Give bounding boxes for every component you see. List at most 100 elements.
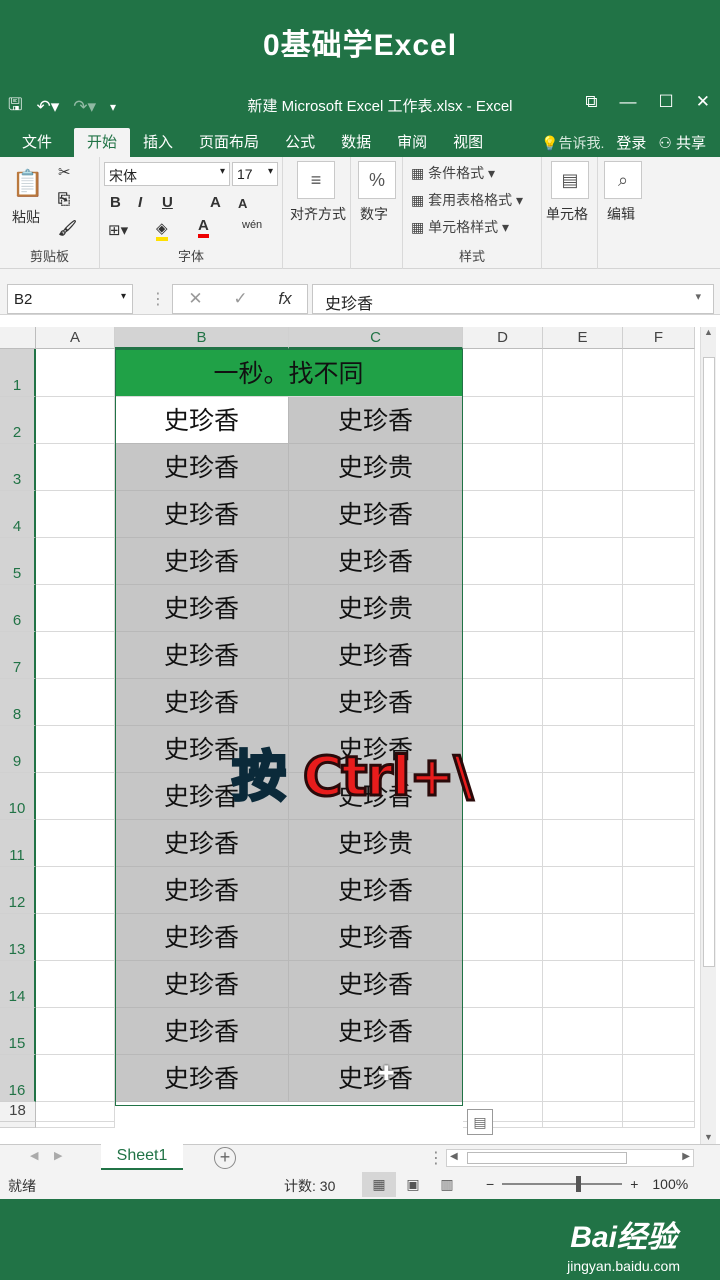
tab-split-icon[interactable]: ⋮ xyxy=(428,1148,444,1168)
active-cell[interactable]: 史珍香 xyxy=(115,397,289,444)
cell[interactable] xyxy=(623,397,695,444)
cell[interactable] xyxy=(623,773,695,820)
table-cell[interactable]: 史珍香 xyxy=(289,1008,463,1055)
add-sheet-button[interactable]: + xyxy=(214,1147,236,1169)
cell[interactable] xyxy=(543,679,623,726)
cell[interactable] xyxy=(36,726,115,773)
cell[interactable] xyxy=(36,538,115,585)
cell[interactable] xyxy=(36,349,115,397)
column-header-c[interactable]: C xyxy=(289,327,463,349)
cut-icon[interactable]: ✂ xyxy=(58,163,71,181)
scroll-down-icon[interactable]: ▼ xyxy=(704,1132,713,1142)
cell[interactable] xyxy=(543,726,623,773)
row-header-2[interactable]: 2 xyxy=(0,397,36,444)
tab-file[interactable]: 文件 xyxy=(0,128,74,157)
row-header-6[interactable]: 6 xyxy=(0,585,36,632)
cell[interactable] xyxy=(543,632,623,679)
table-cell[interactable]: 史珍香 xyxy=(115,914,289,961)
cell[interactable] xyxy=(36,1102,115,1122)
cell[interactable] xyxy=(623,1102,695,1122)
horizontal-scrollbar[interactable]: ◀ ▶ xyxy=(446,1149,694,1167)
cell[interactable] xyxy=(463,349,543,397)
cell[interactable] xyxy=(543,538,623,585)
insert-function-button[interactable]: fx xyxy=(278,289,291,309)
cell[interactable] xyxy=(543,820,623,867)
cell[interactable] xyxy=(543,585,623,632)
table-cell[interactable]: 史珍香 xyxy=(289,679,463,726)
font-name-select[interactable]: 宋体 ▾ xyxy=(104,162,230,186)
page-break-view-icon[interactable]: ▥ xyxy=(430,1172,464,1197)
row-header-1[interactable]: 1 xyxy=(0,349,36,397)
login-link[interactable]: 登录 xyxy=(616,132,646,153)
tab-home[interactable]: 开始 xyxy=(74,128,131,157)
table-cell[interactable]: 史珍香 xyxy=(289,961,463,1008)
minimize-icon[interactable]: — xyxy=(620,92,637,112)
column-header-a[interactable]: A xyxy=(36,327,115,349)
cell[interactable] xyxy=(463,444,543,491)
row-header-7[interactable]: 7 xyxy=(0,632,36,679)
search-icon[interactable]: ⌕ xyxy=(604,161,642,199)
enter-icon[interactable]: ✓ xyxy=(233,289,247,309)
row-header-8[interactable]: 8 xyxy=(0,679,36,726)
cell[interactable] xyxy=(543,349,623,397)
cell[interactable] xyxy=(623,914,695,961)
column-header-d[interactable]: D xyxy=(463,327,543,349)
table-cell[interactable]: 史珍香 xyxy=(289,1055,463,1102)
zoom-slider[interactable] xyxy=(502,1176,623,1192)
alignment-button[interactable]: 对齐方式 xyxy=(286,204,350,224)
cell[interactable] xyxy=(543,1008,623,1055)
cell[interactable] xyxy=(623,585,695,632)
tab-insert[interactable]: 插入 xyxy=(130,128,186,157)
page-layout-view-icon[interactable]: ▣ xyxy=(396,1172,430,1197)
scroll-left-icon[interactable]: ◀ xyxy=(450,1151,458,1162)
table-cell[interactable]: 史珍贵 xyxy=(289,444,463,491)
cell[interactable] xyxy=(36,961,115,1008)
row-header-18[interactable]: 18 xyxy=(0,1102,36,1122)
cell[interactable] xyxy=(543,397,623,444)
row-header-14[interactable]: 14 xyxy=(0,961,36,1008)
worksheet-grid[interactable]: ABCDEF123456789101112131415161718一秒。找不同史… xyxy=(0,327,720,1144)
cells-icon[interactable]: ▤ xyxy=(551,161,589,199)
table-cell[interactable]: 史珍香 xyxy=(115,1008,289,1055)
cell[interactable] xyxy=(36,679,115,726)
row-header-5[interactable]: 5 xyxy=(0,538,36,585)
close-icon[interactable]: ✕ xyxy=(696,92,710,112)
cell[interactable] xyxy=(36,632,115,679)
cell[interactable] xyxy=(36,820,115,867)
cell[interactable] xyxy=(36,491,115,538)
paste-button[interactable]: 粘贴 xyxy=(12,207,40,227)
normal-view-icon[interactable]: ▦ xyxy=(362,1172,396,1197)
border-icon[interactable]: ⊞▾ xyxy=(108,221,128,239)
row-header-13[interactable]: 13 xyxy=(0,914,36,961)
sheet-nav-prev-icon[interactable]: ◀ xyxy=(30,1149,38,1162)
font-size-select[interactable]: 17 ▾ xyxy=(232,162,278,186)
zoom-out-icon[interactable]: − xyxy=(486,1176,494,1192)
cell[interactable] xyxy=(623,538,695,585)
scroll-thumb[interactable] xyxy=(703,357,715,967)
zoom-level[interactable]: 100% xyxy=(652,1176,688,1192)
cell[interactable] xyxy=(463,1008,543,1055)
cell[interactable] xyxy=(623,491,695,538)
table-cell[interactable]: 史珍香 xyxy=(115,491,289,538)
cell[interactable] xyxy=(623,867,695,914)
table-cell[interactable]: 史珍香 xyxy=(115,1055,289,1102)
underline-button[interactable]: U xyxy=(162,194,173,211)
format-as-table-button[interactable]: ▦ 套用表格格式 ▾ xyxy=(411,190,523,210)
table-cell[interactable]: 史珍香 xyxy=(289,538,463,585)
row-header-3[interactable]: 3 xyxy=(0,444,36,491)
fill-color-icon[interactable]: ◈ xyxy=(156,219,168,241)
cell[interactable] xyxy=(623,820,695,867)
cell[interactable] xyxy=(623,726,695,773)
row-header-15[interactable]: 15 xyxy=(0,1008,36,1055)
merged-header-cell[interactable]: 一秒。找不同 xyxy=(115,349,463,397)
cell[interactable] xyxy=(463,632,543,679)
font-color-button[interactable]: A xyxy=(198,217,209,238)
cell[interactable] xyxy=(36,444,115,491)
cell[interactable] xyxy=(543,1055,623,1102)
cell[interactable] xyxy=(543,773,623,820)
cell[interactable] xyxy=(623,444,695,491)
cell[interactable] xyxy=(463,773,543,820)
conditional-format-button[interactable]: ▦ 条件格式 ▾ xyxy=(411,163,495,183)
italic-button[interactable]: I xyxy=(138,194,142,211)
table-cell[interactable]: 史珍香 xyxy=(289,867,463,914)
